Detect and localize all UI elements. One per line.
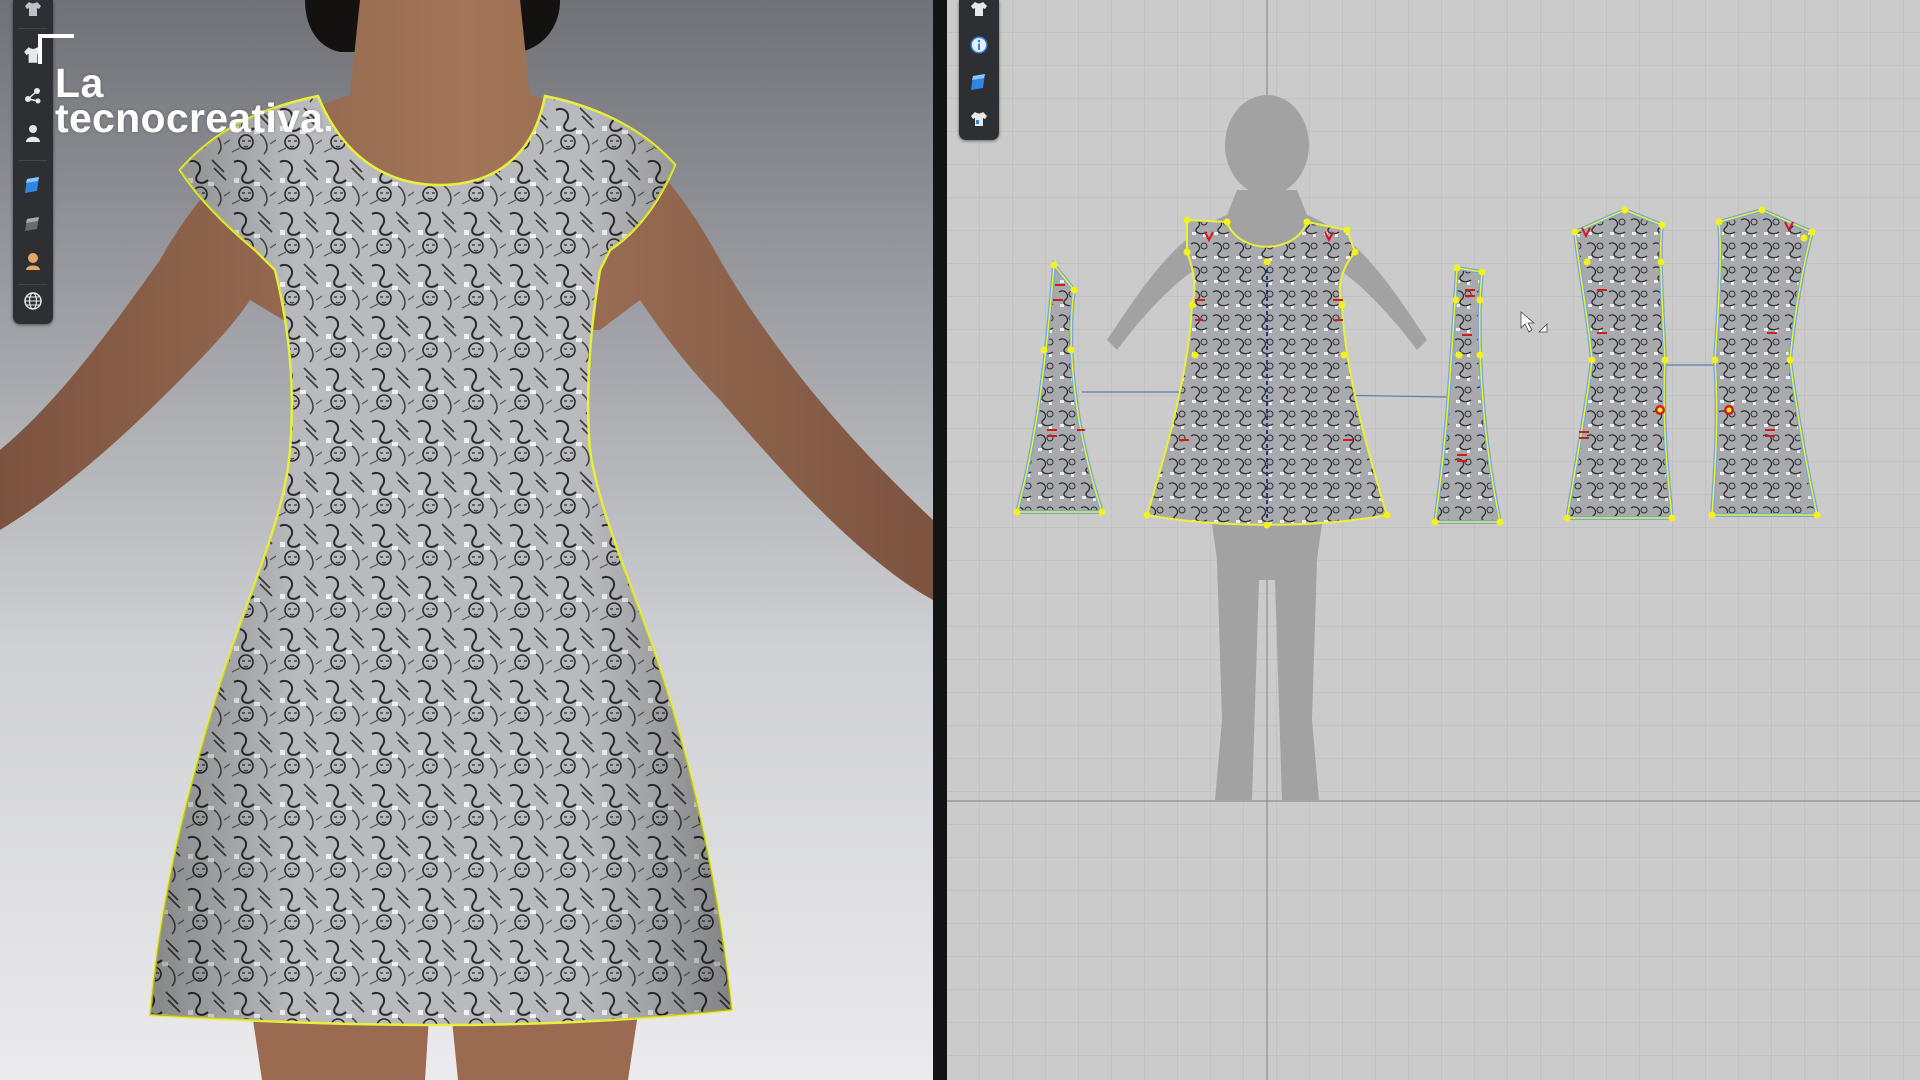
3d-viewport[interactable]: La tecnocreativa: [0, 0, 933, 1080]
nodes-icon[interactable]: [18, 80, 48, 110]
2d-toolbar: [959, 0, 999, 140]
tshirt-outline-icon[interactable]: [964, 104, 994, 134]
view-divider[interactable]: [933, 0, 947, 1080]
avatar-icon[interactable]: [18, 118, 48, 148]
brand-logo: La tecnocreativa: [55, 62, 324, 142]
2d-board: [947, 0, 1920, 1080]
globe-icon[interactable]: [18, 286, 48, 316]
brand-line-2: tecnocreativa: [55, 95, 324, 142]
grey-fabric-icon[interactable]: [18, 208, 48, 238]
blue-fabric-icon[interactable]: [964, 67, 994, 97]
2d-pattern-window[interactable]: [947, 0, 1920, 1080]
3d-scene: [0, 0, 933, 1080]
info-icon[interactable]: [964, 30, 994, 60]
blue-fabric-icon[interactable]: [18, 170, 48, 200]
tshirt-icon[interactable]: [964, 0, 994, 24]
avatar-skin-icon[interactable]: [18, 246, 48, 276]
garment-top-icon[interactable]: [18, 0, 48, 24]
